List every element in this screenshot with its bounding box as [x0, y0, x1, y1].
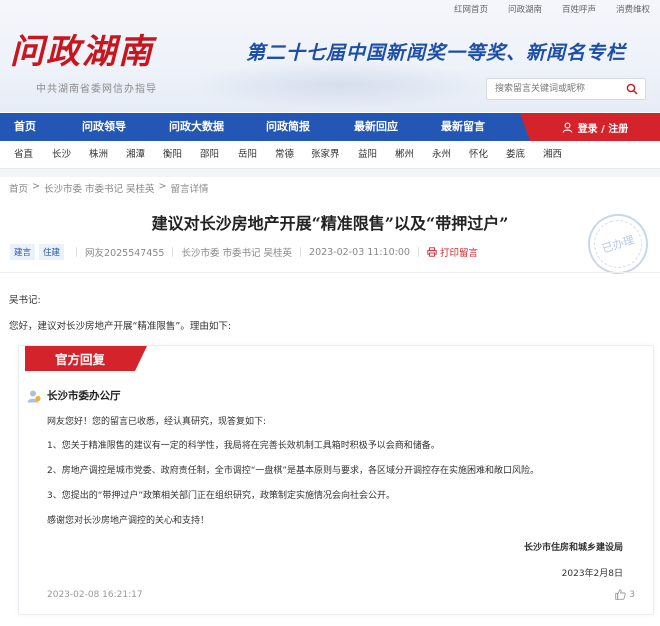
meta-divider	[417, 247, 419, 257]
meta-divider	[76, 247, 78, 257]
city-shaoyang[interactable]: 邵阳	[200, 141, 219, 169]
reply-office: 长沙市委办公厅	[27, 388, 121, 403]
meta-divider	[300, 247, 302, 257]
tag-suggestion[interactable]: 建言	[10, 244, 36, 260]
nav-latest-messages[interactable]: 最新留言	[441, 113, 485, 141]
top-link-wenzheng[interactable]: 问政湖南	[498, 0, 552, 16]
city-xiangtan[interactable]: 湘潭	[126, 141, 145, 169]
official-reply-tab: 官方回复	[25, 346, 147, 371]
post-meta: 建言 住建 网友2025547455 长沙市委 市委书记 吴桂英 2023-02…	[10, 244, 478, 260]
city-chenzhou[interactable]: 郴州	[395, 141, 414, 169]
post-time: 2023-02-03 11:10:00	[309, 246, 410, 258]
city-yueyang[interactable]: 岳阳	[238, 141, 257, 169]
breadcrumb-current: 留言详情	[170, 184, 209, 195]
nav-leaders[interactable]: 问政领导	[82, 113, 126, 141]
nav-briefing[interactable]: 问政简报	[266, 113, 310, 141]
top-link-rednet[interactable]: 红网首页	[444, 0, 498, 16]
search-icon[interactable]	[626, 83, 638, 95]
site-banner: 问政湖南 中共湖南省委网信办指导 第二十七届中国新闻奖一等奖、新闻名专栏	[0, 0, 660, 112]
tag-housing[interactable]: 住建	[39, 244, 65, 260]
city-huaihua[interactable]: 怀化	[469, 141, 488, 169]
content-divider	[0, 272, 660, 273]
page-title: 建议对长沙房地产开展“精准限售”以及“带押过户”	[151, 214, 509, 233]
login-label: 登录 / 注册	[577, 123, 629, 135]
reply-line: 1、您关于精准限售的建议有一定的科学性，我局将在完善长效机制工具箱时积极予以会商…	[47, 441, 440, 451]
city-changde[interactable]: 常德	[275, 141, 294, 169]
nav-home[interactable]: 首页	[14, 113, 36, 141]
site-logo[interactable]: 问政湖南	[10, 24, 154, 73]
city-changsha[interactable]: 长沙	[52, 141, 71, 169]
meta-divider	[172, 247, 174, 257]
breadcrumb-home[interactable]: 首页	[9, 181, 28, 195]
reply-line: 2、房地产调控是城市党委、政府责任制，全市调控“一盘棋”是基本原则与要求，各区域…	[47, 466, 540, 476]
breadcrumb-target[interactable]: 长沙市委 市委书记 吴桂英	[44, 181, 155, 195]
banner-slogan: 第二十七届中国新闻奖一等奖、新闻名专栏	[246, 42, 627, 64]
city-loudi[interactable]: 娄底	[506, 141, 525, 169]
login-register-button[interactable]: 登录 / 注册	[520, 113, 660, 141]
post-body: 您好，建议对长沙房地产开展“精准限售”。理由如下:	[9, 321, 232, 332]
search-box	[486, 78, 646, 100]
user-icon	[562, 122, 573, 133]
top-link-baixing[interactable]: 百姓呼声	[552, 0, 606, 16]
official-reply-box: 官方回复 长沙市委办公厅 网友您好！您的留言已收悉，经认真研究，现答复如下: 1…	[18, 345, 654, 615]
city-shengzhi[interactable]: 省直	[14, 141, 33, 169]
print-label: 打印留言	[439, 248, 478, 259]
reply-sign-date: 2023年2月8日	[561, 569, 623, 579]
printer-icon	[427, 247, 437, 257]
nav-bigdata[interactable]: 问政大数据	[169, 113, 224, 141]
like-button[interactable]: 3	[615, 589, 635, 600]
city-zhangjiajie[interactable]: 张家界	[311, 141, 340, 169]
city-nav: 省直 长沙 株洲 湘潭 衡阳 邵阳 岳阳 常德 张家界 益阳 郴州 永州 怀化 …	[0, 141, 660, 169]
breadcrumb: 首页 > 长沙市委 市委书记 吴桂英 > 留言详情	[9, 181, 209, 195]
main-nav: 首页 问政领导 问政大数据 问政简报 最新回应 最新留言 登录 / 注册	[0, 113, 660, 141]
section-gap	[0, 169, 660, 177]
top-links: 红网首页 问政湖南 百姓呼声 消费维权	[444, 0, 660, 16]
post-target[interactable]: 长沙市委 市委书记 吴桂英	[181, 245, 292, 259]
top-link-consumer[interactable]: 消费维权	[606, 0, 660, 16]
like-count: 3	[629, 589, 635, 600]
post-author: 网友2025547455	[85, 248, 165, 259]
breadcrumb-separator: >	[158, 181, 167, 192]
search-input[interactable]	[495, 80, 625, 98]
nav-latest-replies[interactable]: 最新回应	[354, 113, 398, 141]
site-subtitle: 中共湖南省委网信办指导	[36, 84, 157, 95]
reply-line: 3、您提出的“带押过户”政策相关部门正在组织研究，政策制定实施情况会向社会公开。	[47, 491, 396, 501]
thumbs-up-icon	[615, 589, 626, 600]
breadcrumb-separator: >	[32, 181, 40, 192]
city-xiangxi[interactable]: 湘西	[543, 141, 562, 169]
reply-signer: 长沙市住房和城乡建设局	[523, 543, 623, 553]
reply-line: 感谢您对长沙房地产调控的关心和支持！	[47, 516, 210, 526]
post-greeting: 吴书记:	[9, 295, 41, 306]
city-yongzhou[interactable]: 永州	[432, 141, 451, 169]
city-hengyang[interactable]: 衡阳	[163, 141, 182, 169]
official-avatar-icon	[27, 390, 41, 402]
city-zhuzhou[interactable]: 株洲	[89, 141, 108, 169]
reply-office-name: 长沙市委办公厅	[47, 390, 121, 402]
print-button[interactable]: 打印留言	[427, 245, 478, 259]
reply-timestamp: 2023-02-08 16:21:17	[47, 590, 143, 600]
reply-line: 网友您好！您的留言已收悉，经认真研究，现答复如下:	[47, 417, 267, 427]
city-yiyang[interactable]: 益阳	[358, 141, 377, 169]
